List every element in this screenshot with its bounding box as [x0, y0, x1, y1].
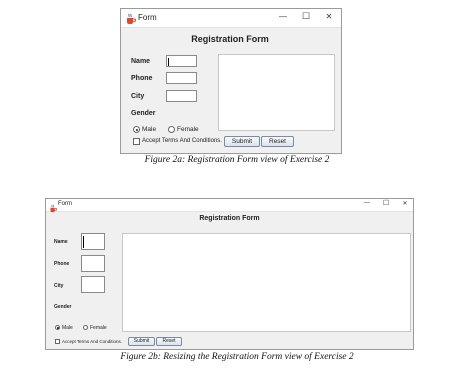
minimize-button[interactable]: — [273, 12, 293, 21]
terms-label: Accept Terms And Conditions. [142, 138, 222, 144]
terms-checkbox[interactable] [55, 339, 60, 344]
maximize-button[interactable]: ☐ [296, 11, 316, 22]
city-label: City [131, 93, 145, 100]
submit-button[interactable]: Submit [128, 337, 155, 346]
name-label: Name [131, 58, 151, 65]
female-radio-label: Female [177, 126, 199, 133]
window-title: Form [58, 201, 72, 207]
phone-label: Phone [54, 261, 70, 267]
phone-label: Phone [131, 75, 153, 82]
reset-button[interactable]: Reset [261, 136, 294, 147]
maximize-button[interactable]: ☐ [378, 199, 394, 207]
reset-button[interactable]: Reset [156, 337, 182, 346]
output-text-area[interactable] [122, 233, 411, 332]
form-heading: Registration Form [199, 215, 260, 222]
phone-field[interactable] [81, 255, 105, 272]
male-radio[interactable] [133, 126, 140, 133]
terms-label: Accept Terms And Conditions. [62, 339, 122, 344]
output-text-area[interactable] [218, 54, 335, 131]
close-button[interactable]: ✕ [397, 200, 413, 207]
name-label: Name [54, 239, 68, 245]
female-radio[interactable] [168, 126, 175, 133]
city-field[interactable] [166, 90, 197, 102]
minimize-button[interactable]: — [359, 200, 375, 206]
java-coffee-cup-icon [125, 12, 137, 30]
female-radio[interactable] [83, 325, 88, 330]
figure-caption-a: Figure 2a: Registration Form view of Exe… [144, 155, 330, 165]
title-bar[interactable]: Form — ☐ ✕ [121, 9, 341, 28]
form-heading: Registration Form [191, 34, 269, 44]
form-window-small: Form — ☐ ✕ Registration Form Name Phone … [120, 8, 342, 154]
figure-caption-b: Figure 2b: Resizing the Registration For… [120, 352, 354, 362]
phone-field[interactable] [166, 72, 197, 84]
city-label: City [54, 283, 64, 289]
close-button[interactable]: ✕ [319, 12, 339, 21]
window-title: Form [138, 13, 157, 22]
name-field[interactable] [81, 233, 105, 250]
city-field[interactable] [81, 276, 105, 293]
female-radio-label: Female [90, 325, 107, 331]
male-radio[interactable] [55, 325, 60, 330]
gender-label: Gender [131, 110, 156, 117]
form-window-resized: Form — ☐ ✕ Registration Form Name Phone … [45, 198, 414, 350]
name-field[interactable] [166, 55, 197, 67]
terms-checkbox[interactable] [133, 138, 140, 145]
male-radio-label: Male [142, 126, 157, 133]
male-radio-label: Male [62, 325, 73, 331]
gender-label: Gender [54, 304, 72, 310]
title-bar[interactable]: Form — ☐ ✕ [46, 199, 413, 213]
submit-button[interactable]: Submit [224, 136, 260, 147]
